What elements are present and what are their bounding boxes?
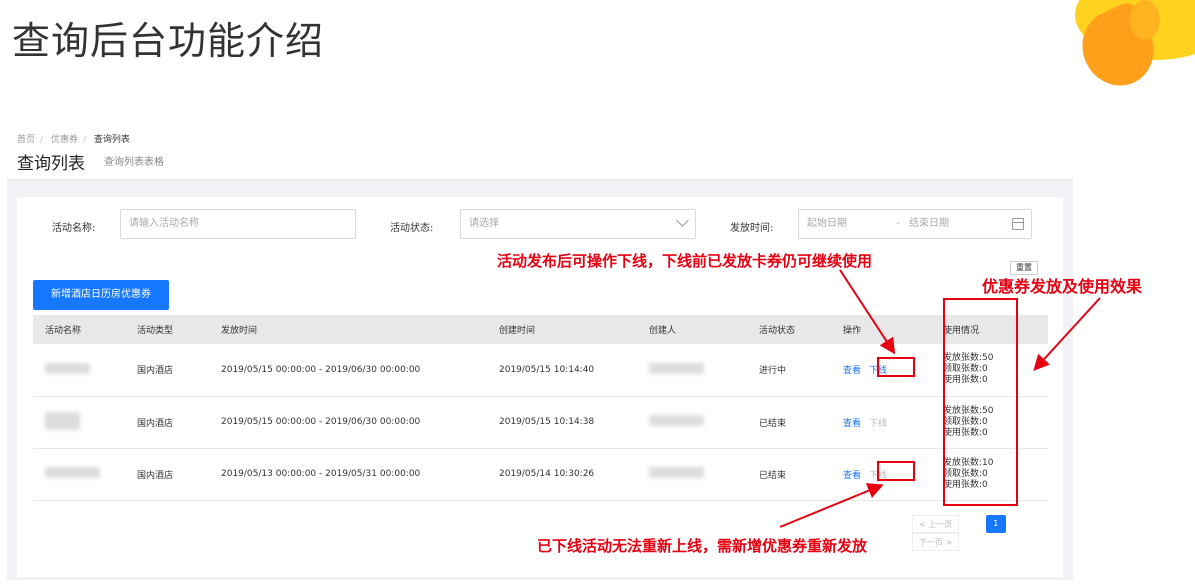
decorative-logo xyxy=(1035,0,1195,95)
next-page-button[interactable]: 下一页 > xyxy=(912,533,960,551)
activity-status-select[interactable]: 请选择 xyxy=(460,209,696,239)
end-date-placeholder: 结束日期 xyxy=(908,218,949,229)
add-coupon-button[interactable]: 新增酒店日历房优惠券 xyxy=(33,280,169,310)
breadcrumb: 首页 / 优惠券 / 查询列表 xyxy=(17,135,130,145)
issue-time-label: 发放时间: xyxy=(730,223,774,234)
cell-period: 2019/05/15 00:00:00 - 2019/06/30 00:00:0… xyxy=(209,344,487,397)
cell-type: 国内酒店 xyxy=(125,396,209,449)
col-creator: 创建人 xyxy=(637,315,747,344)
slide-title: 查询后台功能介绍 xyxy=(12,19,325,63)
table-row: 国内酒店 2019/05/15 00:00:00 - 2019/06/30 00… xyxy=(33,396,1048,449)
usage-highlight-box xyxy=(943,298,1018,506)
activity-name-label: 活动名称: xyxy=(52,223,96,234)
cell-created: 2019/05/15 10:14:38 xyxy=(487,396,637,449)
cell-status: 已结束 xyxy=(747,396,831,449)
pagination: < 上一页 1 下一页 > xyxy=(912,515,1063,551)
activity-name-input[interactable]: 请输入活动名称 xyxy=(120,209,356,239)
redacted-creator xyxy=(649,362,704,374)
breadcrumb-coupon[interactable]: 优惠券 xyxy=(51,135,78,145)
col-type: 活动类型 xyxy=(125,315,209,344)
view-link[interactable]: 查看 xyxy=(843,471,861,481)
cell-created: 2019/05/15 10:14:40 xyxy=(487,344,637,397)
cell-created: 2019/05/14 10:30:26 xyxy=(487,448,637,501)
calendar-icon xyxy=(1012,218,1024,230)
col-status: 活动状态 xyxy=(747,315,831,344)
cell-period: 2019/05/15 00:00:00 - 2019/06/30 00:00:0… xyxy=(209,396,487,449)
offline-button-disabled: 下线 xyxy=(869,418,888,429)
redacted-name xyxy=(45,467,100,478)
status-placeholder: 请选择 xyxy=(469,218,499,229)
chevron-down-icon xyxy=(676,214,689,227)
redacted-name xyxy=(45,411,80,430)
page-title: 查询列表 xyxy=(17,154,85,174)
redacted-creator xyxy=(649,467,704,478)
cell-status: 已结束 xyxy=(747,448,831,501)
page-header: 首页 / 优惠券 / 查询列表 查询列表 查询列表表格 xyxy=(7,125,1073,180)
col-period: 发放时间 xyxy=(209,315,487,344)
prev-page-button[interactable]: < 上一页 xyxy=(912,515,960,533)
offline-disabled-highlight-box xyxy=(877,461,915,481)
page-subtitle: 查询列表表格 xyxy=(104,157,164,168)
view-link[interactable]: 查看 xyxy=(843,366,861,376)
activity-status-label: 活动状态: xyxy=(390,223,434,234)
admin-app: 首页 / 优惠券 / 查询列表 查询列表 查询列表表格 活动名称: 请输入活动名称 … xyxy=(7,125,1073,580)
date-range-picker[interactable]: 起始日期 - 结束日期 xyxy=(798,209,1032,239)
cell-type: 国内酒店 xyxy=(125,344,209,397)
offline-annotation: 活动发布后可操作下线，下线前已发放卡券仍可继续使用 xyxy=(497,252,873,270)
start-date-placeholder: 起始日期 xyxy=(807,218,847,229)
relaunch-annotation: 已下线活动无法重新上线，需新增优惠券重新发放 xyxy=(537,537,868,555)
range-separator: - xyxy=(896,218,900,229)
breadcrumb-home[interactable]: 首页 xyxy=(17,135,35,145)
offline-highlight-box xyxy=(877,357,915,377)
cell-period: 2019/05/13 00:00:00 - 2019/05/31 00:00:0… xyxy=(209,448,487,501)
cell-type: 国内酒店 xyxy=(125,448,209,501)
redacted-name xyxy=(45,362,90,374)
page-number-current[interactable]: 1 xyxy=(985,515,1006,533)
col-actions: 操作 xyxy=(831,315,931,344)
usage-annotation: 优惠券发放及使用效果 xyxy=(982,277,1143,296)
view-link[interactable]: 查看 xyxy=(843,419,861,429)
redacted-creator xyxy=(649,415,704,426)
col-name: 活动名称 xyxy=(33,315,125,344)
breadcrumb-current: 查询列表 xyxy=(93,135,130,145)
col-created: 创建时间 xyxy=(487,315,637,344)
cell-status: 进行中 xyxy=(747,344,831,397)
